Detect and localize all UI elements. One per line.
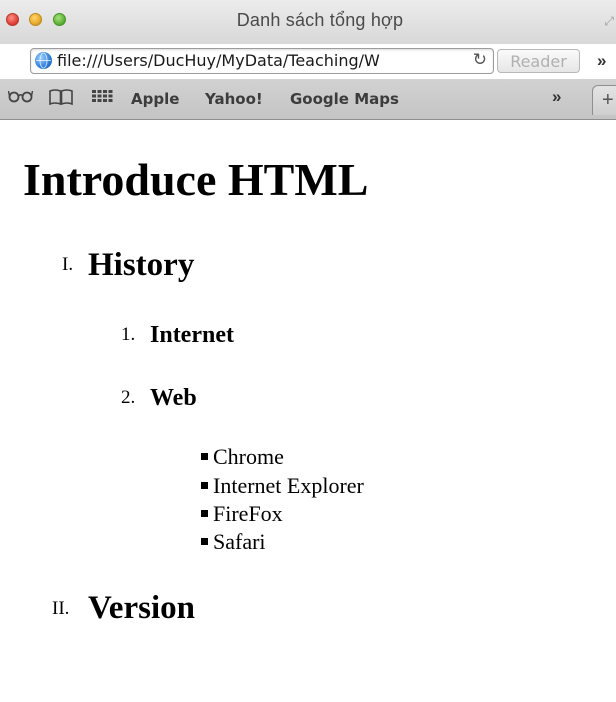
list-item: FireFox [213, 501, 283, 526]
bookmarks-overflow-icon[interactable]: » [552, 87, 561, 107]
section-marker: II. [52, 598, 70, 619]
list-item: Chrome [213, 444, 284, 469]
section-title-version: Version [88, 590, 195, 626]
page-content: Introduce HTML I. History 1. Internet 2.… [0, 120, 616, 702]
reading-list-icon[interactable] [7, 88, 34, 109]
globe-icon [35, 52, 52, 69]
title-bar: Danh sách tổng hợp ⤢ [0, 0, 616, 44]
subsection-title-web: Web [150, 385, 197, 411]
list-item: Internet Explorer [213, 473, 364, 498]
subsection-marker: 2. [121, 387, 136, 408]
bullet-marker [201, 510, 208, 517]
page-heading: Introduce HTML [23, 154, 369, 205]
new-tab-button[interactable]: + [592, 85, 616, 115]
bookmarks-book-icon[interactable] [48, 88, 74, 111]
url-input[interactable] [57, 49, 467, 73]
bullet-marker [201, 453, 208, 460]
bullet-marker [201, 482, 208, 489]
fullscreen-icon[interactable]: ⤢ [604, 14, 614, 29]
bookmark-apple[interactable]: Apple [131, 90, 179, 108]
bookmark-google-maps[interactable]: Google Maps [290, 90, 399, 108]
reader-button[interactable]: Reader [497, 49, 580, 73]
section-marker: I. [62, 254, 74, 275]
list-item: Safari [213, 529, 266, 554]
bookmark-yahoo[interactable]: Yahoo! [205, 90, 263, 108]
bookmarks-bar: Apple Yahoo! Google Maps » + [0, 79, 616, 120]
subsection-marker: 1. [121, 324, 136, 345]
address-bar[interactable]: ↻ [30, 48, 494, 74]
top-sites-grid-icon[interactable] [91, 88, 113, 109]
bullet-marker [201, 538, 208, 545]
section-title-history: History [88, 247, 195, 283]
subsection-title-internet: Internet [150, 322, 234, 348]
reload-icon[interactable]: ↻ [473, 50, 487, 70]
window-title: Danh sách tổng hợp [236, 10, 404, 30]
toolbar-overflow-icon[interactable]: » [597, 51, 606, 71]
browser-window: Danh sách tổng hợp ⤢ ↻ Reader » [0, 0, 616, 702]
